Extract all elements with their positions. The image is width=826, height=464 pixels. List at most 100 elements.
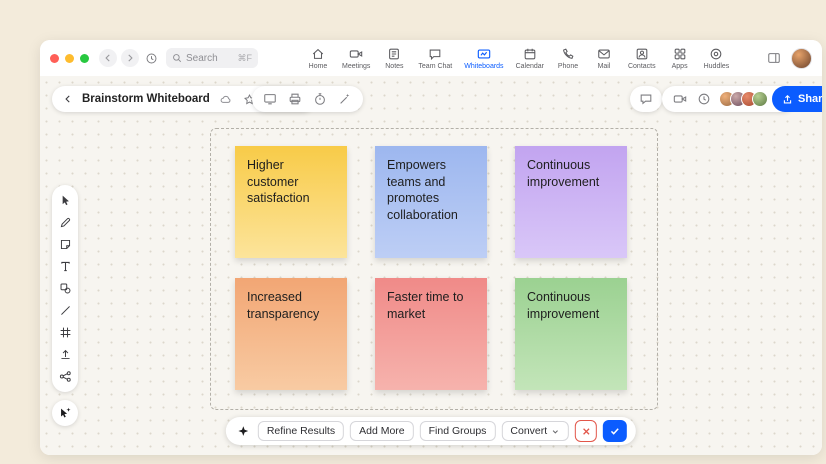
display-toolbar xyxy=(252,86,363,112)
start-video-button[interactable] xyxy=(671,90,689,108)
history-button[interactable] xyxy=(143,50,160,67)
close-window-button[interactable] xyxy=(50,54,59,63)
nav-item-notes[interactable]: Notes xyxy=(382,47,406,70)
share-button[interactable]: Share xyxy=(772,86,822,112)
home-icon xyxy=(311,47,325,61)
notes-icon xyxy=(387,47,401,61)
find-groups-button[interactable]: Find Groups xyxy=(420,421,496,441)
sticky-note[interactable]: Faster time to market xyxy=(375,278,487,390)
text-icon xyxy=(59,260,72,273)
history-icon xyxy=(145,52,158,65)
pen-tool-button[interactable] xyxy=(59,216,72,229)
search-shortcut: ⌘F xyxy=(238,53,253,64)
comment-button[interactable] xyxy=(637,90,655,108)
frame-icon xyxy=(59,326,72,339)
user-avatar[interactable] xyxy=(791,48,812,69)
text-tool-button[interactable] xyxy=(59,260,72,273)
sticky-note[interactable]: Continuous improvement xyxy=(515,146,627,258)
timer-button[interactable] xyxy=(311,90,329,108)
add-more-button[interactable]: Add More xyxy=(350,421,414,441)
comment-toolbar xyxy=(630,86,662,112)
forward-button[interactable] xyxy=(121,49,139,67)
nav-item-team-chat[interactable]: Team Chat xyxy=(418,47,452,70)
upload-tool-button[interactable] xyxy=(59,348,72,361)
back-button[interactable] xyxy=(99,49,117,67)
apps-icon xyxy=(673,47,687,61)
nav-item-mail[interactable]: Mail xyxy=(592,47,616,70)
search-input[interactable]: Search ⌘F xyxy=(166,48,258,68)
convert-dropdown[interactable]: Convert xyxy=(501,421,569,441)
sticky-note[interactable]: Increased transparency xyxy=(235,278,347,390)
laser-pointer-button[interactable] xyxy=(336,90,354,108)
meetings-icon xyxy=(349,47,363,61)
nav-item-huddles[interactable]: Huddles xyxy=(704,47,730,70)
comment-icon xyxy=(639,92,653,106)
mail-icon xyxy=(597,47,611,61)
sparkle-icon xyxy=(235,423,252,440)
nav-item-phone[interactable]: Phone xyxy=(556,47,580,70)
sticky-note-tool-button[interactable] xyxy=(59,238,72,251)
nav-item-apps[interactable]: Apps xyxy=(668,47,692,70)
sticky-note[interactable]: Empowers teams and promotes collaboratio… xyxy=(375,146,487,258)
upload-icon xyxy=(59,348,72,361)
zoom-window-button[interactable] xyxy=(80,54,89,63)
nav-item-home[interactable]: Home xyxy=(306,47,330,70)
print-button[interactable] xyxy=(286,90,304,108)
sticky-note-text: Increased transparency xyxy=(247,289,335,322)
chevron-left-icon xyxy=(103,53,113,63)
nav-item-calendar[interactable]: Calendar xyxy=(516,47,544,70)
share-icon xyxy=(782,94,793,105)
sticky-note[interactable]: Higher customer satisfaction xyxy=(235,146,347,258)
panel-icon xyxy=(767,51,781,65)
refine-results-button[interactable]: Refine Results xyxy=(258,421,344,441)
cursor-icon xyxy=(59,194,72,207)
calendar-icon xyxy=(523,47,537,61)
search-placeholder: Search xyxy=(186,53,234,64)
frame-tool-button[interactable] xyxy=(59,326,72,339)
session-timer-button[interactable] xyxy=(695,90,713,108)
line-icon xyxy=(59,304,72,317)
dismiss-results-button[interactable] xyxy=(575,420,597,442)
topbar-right xyxy=(765,48,812,69)
participant-avatar xyxy=(752,91,768,107)
cloud-sync-icon xyxy=(217,91,234,108)
sticky-note-text: Continuous improvement xyxy=(527,157,615,190)
sticky-note[interactable]: Continuous improvement xyxy=(515,278,627,390)
shapes-tool-button[interactable] xyxy=(59,282,72,295)
search-icon xyxy=(172,53,182,63)
line-tool-button[interactable] xyxy=(59,304,72,317)
timer-icon xyxy=(313,92,327,106)
chevron-right-icon xyxy=(125,53,135,63)
sticky-note-text: Empowers teams and promotes collaboratio… xyxy=(387,157,475,223)
sticky-note-text: Higher customer satisfaction xyxy=(247,157,335,207)
present-button[interactable] xyxy=(261,90,279,108)
mindmap-icon xyxy=(59,370,72,383)
ai-results-toolbar: Refine Results Add More Find Groups Conv… xyxy=(226,417,636,445)
ai-assistant-button[interactable] xyxy=(52,400,78,426)
laser-pointer-icon xyxy=(338,92,352,106)
nav-item-contacts[interactable]: Contacts xyxy=(628,47,656,70)
app-topbar: Search ⌘F Home Meetings Notes Team Chat xyxy=(40,40,822,76)
minimize-window-button[interactable] xyxy=(65,54,74,63)
participant-avatars[interactable] xyxy=(719,91,768,107)
chevron-left-icon xyxy=(63,94,73,104)
printer-icon xyxy=(288,92,302,106)
board-back-button[interactable] xyxy=(61,92,75,106)
main-nav: Home Meetings Notes Team Chat Whiteboard… xyxy=(306,47,729,70)
huddles-icon xyxy=(709,47,723,61)
whiteboard-canvas[interactable]: Brainstorm Whiteboard xyxy=(40,76,822,455)
sticky-note-icon xyxy=(59,238,72,251)
nav-item-meetings[interactable]: Meetings xyxy=(342,47,370,70)
ai-cursor-icon xyxy=(58,406,72,420)
monitor-icon xyxy=(263,92,277,106)
sticky-note-text: Faster time to market xyxy=(387,289,475,322)
whiteboards-icon xyxy=(477,47,491,61)
diagram-tool-button[interactable] xyxy=(59,370,72,383)
accept-results-button[interactable] xyxy=(603,420,627,442)
select-tool-button[interactable] xyxy=(59,194,72,207)
shapes-icon xyxy=(59,282,72,295)
window-controls xyxy=(50,54,89,63)
nav-item-whiteboards[interactable]: Whiteboards xyxy=(464,47,503,70)
video-camera-icon xyxy=(673,92,687,106)
panel-toggle-button[interactable] xyxy=(765,49,783,67)
